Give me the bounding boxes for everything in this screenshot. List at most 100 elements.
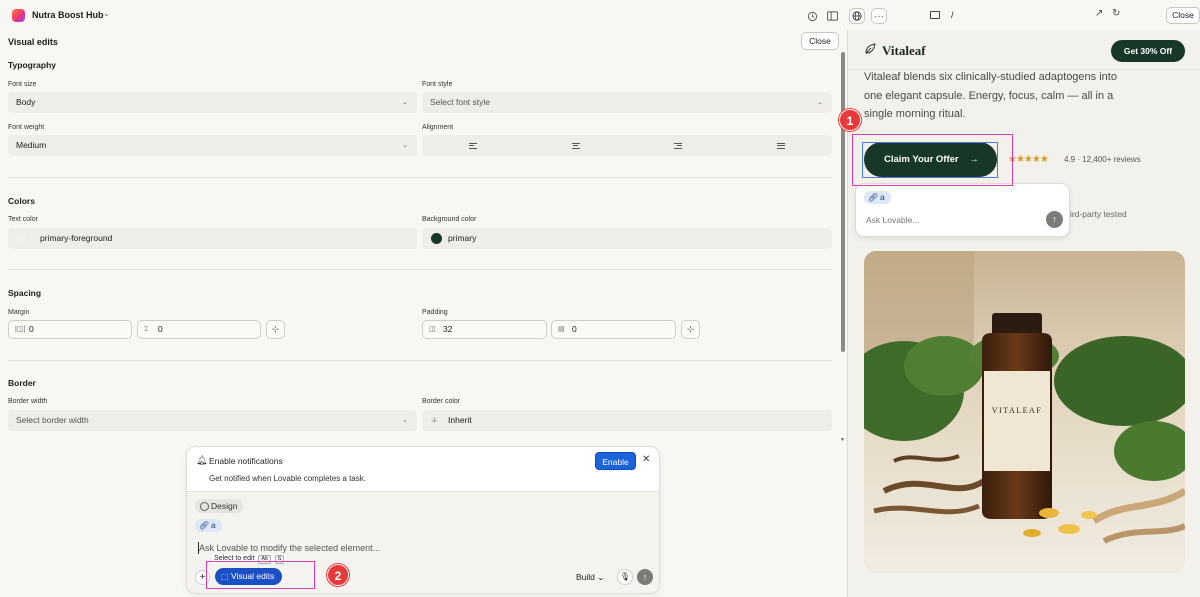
preview-header: Vitaleaf Get 30% Off	[848, 30, 1200, 70]
sidebar-toggle-icon[interactable]	[824, 8, 840, 24]
panel-close-button[interactable]: Close	[801, 32, 839, 50]
chevron-down-icon: ⌄	[402, 142, 408, 149]
device-frame-icon[interactable]	[930, 11, 940, 19]
expand-sides-icon: ⊹	[686, 324, 695, 334]
typography-section-title: Typography	[8, 60, 57, 70]
notification-title: Enable notifications	[209, 456, 283, 466]
more-options-icon[interactable]: ···	[871, 8, 887, 24]
padding-y-value: 0	[572, 324, 577, 334]
align-justify-button[interactable]	[730, 135, 833, 156]
align-right-icon	[674, 141, 683, 150]
font-size-label: Font size	[8, 81, 37, 88]
history-icon[interactable]	[804, 8, 820, 24]
align-left-button[interactable]	[422, 135, 525, 156]
font-weight-value: Medium	[16, 140, 47, 150]
leaf-icon	[864, 43, 876, 58]
bottle-label-text: VITALEAF	[992, 406, 1042, 415]
annotation-badge-1: 1	[839, 109, 861, 131]
link-icon: 🔗︎	[199, 521, 210, 530]
align-center-button[interactable]	[525, 135, 628, 156]
align-center-icon	[571, 141, 580, 150]
background-color-label: Background color	[422, 216, 477, 223]
brand-name[interactable]: Vitaleaf	[882, 43, 926, 59]
rating-stars-icon: ★★★★★	[1008, 154, 1049, 165]
margin-individual-sides-button[interactable]: ⊹	[266, 320, 285, 339]
panel-scrollbar[interactable]	[841, 52, 845, 352]
spacing-section-title: Spacing	[8, 288, 42, 298]
text-color-swatch	[16, 233, 27, 244]
border-section-title: Border	[8, 378, 36, 388]
align-left-icon	[469, 141, 478, 150]
no-color-icon: ⁜	[431, 416, 438, 425]
border-color-label: Border color	[422, 398, 461, 405]
border-width-label: Border width	[8, 398, 48, 405]
font-weight-label: Font weight	[8, 124, 45, 131]
background-color-value: primary	[448, 233, 477, 243]
project-name[interactable]: Nutra Boost Hub	[32, 10, 104, 20]
project-chevron-down-icon[interactable]: ⌄	[103, 9, 110, 18]
bell-icon: 🔔︎	[196, 455, 208, 465]
highlight-visual-edits	[206, 561, 315, 589]
send-button[interactable]: ↑	[637, 569, 653, 585]
lovable-logo-icon	[12, 9, 25, 22]
padding-x-input[interactable]: ◫ 32	[422, 320, 547, 339]
padding-individual-sides-button[interactable]: ⊹	[681, 320, 700, 339]
preview-url-bar[interactable]: / ↗ ↻	[925, 7, 1132, 24]
globe-icon[interactable]	[849, 8, 865, 24]
trust-text: ird-party tested	[1070, 209, 1127, 219]
selected-element-chip[interactable]: 🔗︎ a	[864, 191, 891, 204]
font-style-select[interactable]: Select font style ⌄	[422, 92, 832, 113]
padding-label: Padding	[422, 309, 448, 316]
font-style-label: Font style	[422, 81, 453, 88]
selected-element-tag: a	[211, 520, 216, 530]
margin-label: Margin	[8, 309, 30, 316]
padding-y-input[interactable]: ▤ 0	[551, 320, 676, 339]
url-path[interactable]: /	[951, 10, 954, 20]
section-divider	[8, 360, 832, 361]
horizontal-spacing-icon: |◫|	[15, 326, 26, 333]
colors-section-title: Colors	[8, 196, 35, 206]
selected-element-chip[interactable]: 🔗︎ a	[195, 519, 222, 532]
chevron-down-icon: ⌄	[402, 99, 408, 106]
vertical-padding-icon: ▤	[558, 326, 565, 333]
top-bar: Nutra Boost Hub ⌄ ··· / ↗ ↻ Close	[0, 0, 1200, 30]
margin-y-input[interactable]: ⌶ 0	[137, 320, 261, 339]
background-color-field[interactable]: primary	[422, 228, 832, 249]
open-external-icon[interactable]: ↗	[1095, 8, 1103, 19]
margin-x-value: 0	[29, 324, 34, 334]
expand-sides-icon: ⊹	[271, 324, 280, 334]
popover-input[interactable]: Ask Lovable...	[866, 215, 919, 225]
popover-send-button[interactable]: ↑	[1046, 211, 1063, 228]
product-image: VITALEAF	[864, 251, 1185, 573]
border-color-field[interactable]: ⁜ Inherit	[422, 410, 832, 431]
font-style-placeholder: Select font style	[430, 97, 491, 107]
margin-x-input[interactable]: |◫| 0	[8, 320, 132, 339]
chevron-down-icon: ⌄	[817, 99, 823, 106]
annotation-badge-2: 2	[327, 564, 349, 586]
align-right-button[interactable]	[627, 135, 730, 156]
text-color-field[interactable]: primary-foreground	[8, 228, 417, 249]
close-icon[interactable]: ✕	[642, 454, 650, 465]
header-cta-button[interactable]: Get 30% Off	[1111, 40, 1185, 62]
font-size-select[interactable]: Body ⌄	[8, 92, 417, 113]
notification-subtitle: Get notified when Lovable completes a ta…	[209, 474, 366, 483]
reload-icon[interactable]: ↻	[1112, 8, 1120, 19]
scroll-down-icon[interactable]: ▼	[840, 437, 845, 443]
enable-notifications-button[interactable]: Enable	[595, 452, 636, 470]
close-preview-button[interactable]: Close	[1166, 7, 1200, 24]
rating-text: 4.9 · 12,400+ reviews	[1064, 155, 1141, 164]
section-divider	[8, 269, 832, 270]
border-width-select[interactable]: Select border width ⌄	[8, 410, 417, 431]
section-divider	[8, 177, 832, 178]
text-color-label: Text color	[8, 216, 38, 223]
vertical-spacing-icon: ⌶	[144, 326, 149, 333]
font-weight-select[interactable]: Medium ⌄	[8, 135, 417, 156]
design-chip[interactable]: Design	[195, 499, 244, 513]
horizontal-padding-icon: ◫	[429, 326, 436, 333]
site-preview: Vitaleaf Get 30% Off Vitaleaf blends six…	[847, 30, 1200, 597]
highlight-claim-button	[852, 134, 1013, 186]
font-size-value: Body	[16, 97, 36, 107]
chat-input[interactable]: Ask Lovable to modify the selected eleme…	[199, 543, 380, 553]
build-mode-dropdown[interactable]: Build ⌄	[576, 572, 604, 583]
microphone-button[interactable]: 🎙︎	[617, 569, 633, 585]
